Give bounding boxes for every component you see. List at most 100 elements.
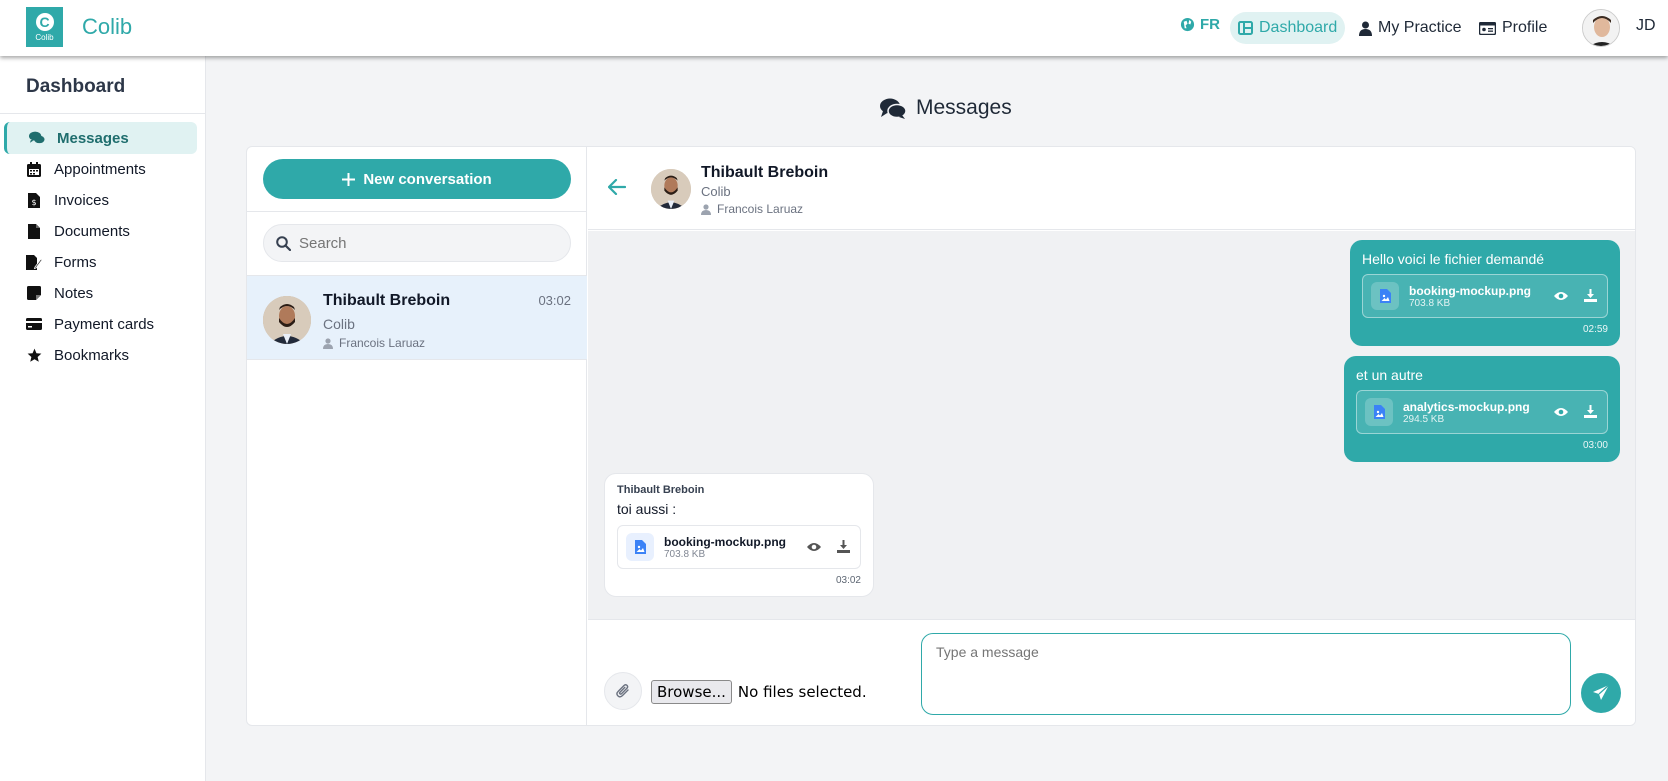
send-button[interactable]	[1581, 673, 1621, 713]
practitioner-name: Francois Laruaz	[717, 202, 804, 216]
contact-avatar	[651, 169, 691, 209]
file-size: 703.8 KB	[664, 548, 706, 560]
eye-icon[interactable]	[1554, 289, 1568, 307]
file-size: 703.8 KB	[1409, 297, 1451, 309]
file-name: booking-mockup.png	[1409, 283, 1531, 298]
practitioner-name: Francois Laruaz	[339, 336, 426, 350]
user-icon	[323, 337, 333, 349]
sidebar-item-label: Appointments	[54, 160, 146, 178]
sidebar-item-invoices[interactable]: $ Invoices	[4, 184, 197, 216]
contact-organization: Colib	[323, 316, 355, 332]
download-icon[interactable]	[1584, 289, 1597, 307]
user-icon	[701, 203, 711, 215]
download-icon[interactable]	[1584, 405, 1597, 423]
nav-dashboard[interactable]: Dashboard	[1230, 12, 1346, 44]
chat-contact-practitioner: Francois Laruaz	[701, 202, 803, 216]
eye-icon[interactable]	[1554, 405, 1568, 423]
message-time: 02:59	[1582, 324, 1608, 335]
sidebar-item-messages[interactable]: Messages	[4, 122, 197, 154]
practitioner-icon	[1359, 21, 1372, 36]
message-bubble-incoming: Thibault Breboin toi aussi : booking-moc…	[604, 473, 874, 597]
file-attachment: analytics-mockup.png 294.5 KB	[1356, 390, 1608, 434]
message-input[interactable]	[921, 633, 1571, 715]
message-text: Hello voici le fichier demandé	[1362, 251, 1545, 267]
paper-plane-icon	[1593, 684, 1610, 700]
page-title: Messages	[880, 96, 1012, 120]
sidebar-item-documents[interactable]: Documents	[4, 215, 197, 247]
message-sender: Thibault Breboin	[617, 484, 705, 496]
sidebar-divider	[0, 113, 206, 114]
sidebar-item-forms[interactable]: Forms	[4, 246, 197, 278]
arrow-left-icon	[607, 178, 627, 196]
user-avatar[interactable]	[1582, 9, 1620, 47]
search-box[interactable]	[263, 224, 571, 262]
conversation-item[interactable]: Thibault Breboin 03:02 Colib Francois La…	[247, 275, 587, 360]
logo-text: Colib	[35, 32, 54, 42]
attach-file-button[interactable]	[604, 672, 642, 710]
comments-icon	[880, 98, 906, 119]
star-icon	[26, 347, 42, 363]
globe-icon	[1180, 17, 1195, 32]
sidebar-item-label: Forms	[54, 253, 97, 271]
plus-icon	[342, 172, 356, 186]
image-file-icon	[626, 533, 654, 561]
nav-profile[interactable]: Profile	[1471, 12, 1555, 44]
id-card-icon	[1479, 21, 1496, 35]
sidebar-item-label: Invoices	[54, 191, 110, 209]
message-thread: Hello voici le fichier demandé booking-m…	[588, 231, 1635, 619]
credit-card-icon	[26, 316, 42, 332]
chat-contact-organization: Colib	[701, 184, 731, 199]
sidebar-item-notes[interactable]: Notes	[4, 277, 197, 309]
sidebar-item-label: Bookmarks	[54, 346, 130, 364]
dashboard-icon	[1238, 21, 1253, 35]
page-title-text: Messages	[916, 96, 1012, 119]
sidebar-item-label: Documents	[54, 222, 130, 240]
sidebar-item-label: Messages	[57, 129, 129, 147]
user-initials[interactable]: JD	[1636, 17, 1656, 35]
sidebar: Dashboard Messages Appointments $ Invoic…	[0, 56, 206, 781]
language-label: FR	[1200, 16, 1220, 33]
image-file-icon	[1371, 282, 1399, 310]
colib-logo[interactable]: C Colib	[26, 7, 63, 47]
nav-my-practice[interactable]: My Practice	[1351, 12, 1470, 44]
search-icon	[276, 235, 291, 251]
sidebar-title: Dashboard	[26, 76, 126, 97]
sidebar-item-payment-cards[interactable]: Payment cards	[4, 308, 197, 340]
file-name: booking-mockup.png	[664, 534, 786, 549]
language-switcher[interactable]: FR	[1180, 16, 1220, 33]
message-time: 03:02	[835, 575, 861, 586]
invoice-icon: $	[26, 192, 42, 208]
sidebar-item-bookmarks[interactable]: Bookmarks	[4, 339, 197, 371]
chat-header: Thibault Breboin Colib Francois Laruaz	[588, 147, 1635, 230]
contact-name: Thibault Breboin	[323, 292, 451, 309]
file-size: 294.5 KB	[1403, 413, 1445, 425]
contact-practitioner: Francois Laruaz	[323, 336, 425, 350]
conversation-time: 03:02	[538, 293, 571, 308]
note-icon	[26, 285, 42, 301]
nav-my-practice-label: My Practice	[1378, 19, 1462, 36]
brand-name[interactable]: Colib	[82, 14, 132, 40]
form-icon	[26, 254, 42, 270]
message-text: toi aussi :	[617, 501, 677, 517]
divider	[247, 211, 587, 212]
no-files-label: No files selected.	[737, 683, 867, 701]
download-icon[interactable]	[837, 540, 850, 558]
svg-text:$: $	[31, 198, 36, 207]
logo-letter: C	[35, 12, 54, 31]
message-time: 03:00	[1582, 440, 1608, 451]
contact-avatar	[263, 296, 311, 344]
new-conversation-button[interactable]: New conversation	[263, 159, 571, 199]
back-button[interactable]	[607, 175, 627, 201]
browse-button[interactable]: Browse...	[651, 680, 732, 704]
search-input[interactable]	[299, 234, 549, 252]
sidebar-item-appointments[interactable]: Appointments	[4, 153, 197, 185]
eye-icon[interactable]	[807, 540, 821, 558]
file-input[interactable]: Browse... No files selected.	[651, 680, 867, 704]
nav-dashboard-label: Dashboard	[1259, 19, 1338, 36]
sidebar-item-label: Payment cards	[54, 315, 155, 333]
conversation-list-pane: New conversation Thibault Breboin 03:02 …	[247, 147, 587, 725]
message-text: et un autre	[1356, 367, 1423, 383]
image-file-icon	[1365, 398, 1393, 426]
messages-panel: New conversation Thibault Breboin 03:02 …	[246, 146, 1636, 726]
file-attachment: booking-mockup.png 703.8 KB	[1362, 274, 1608, 318]
